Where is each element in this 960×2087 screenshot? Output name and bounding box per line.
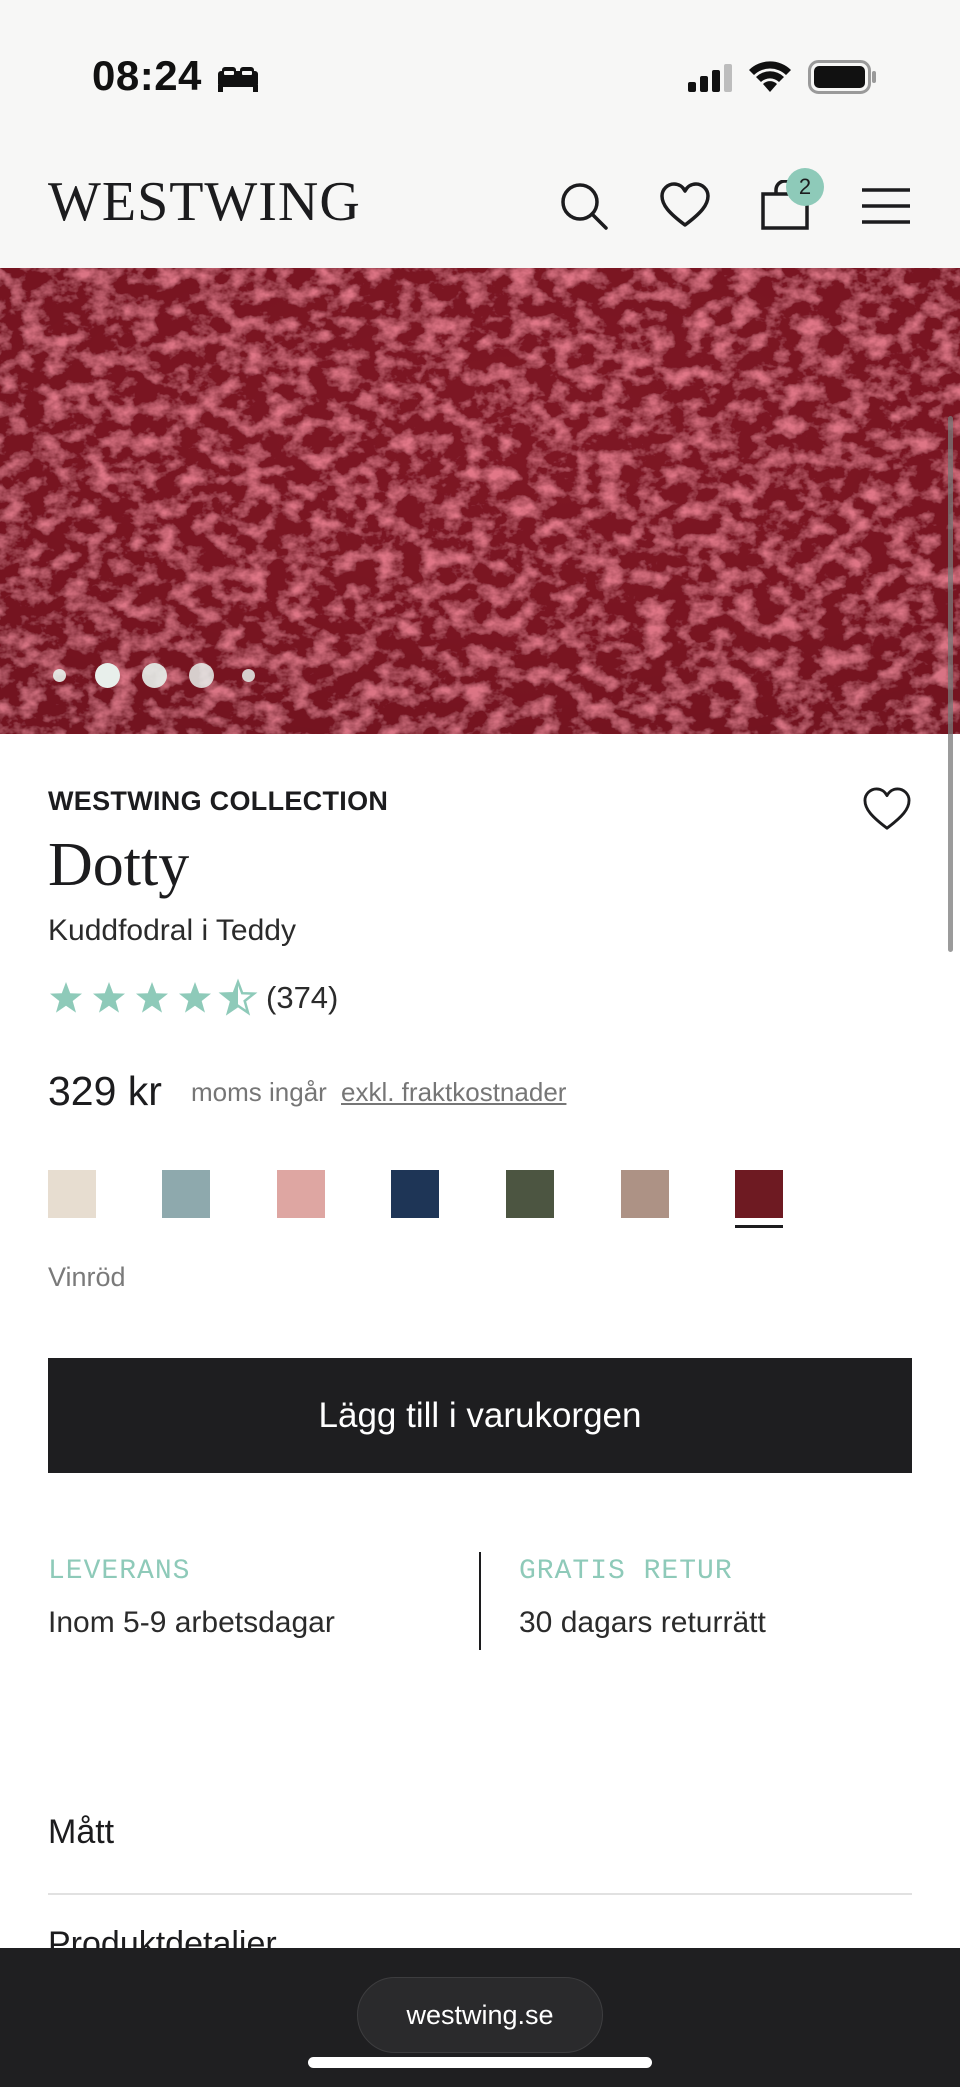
color-swatch-wine-red[interactable] — [735, 1170, 783, 1218]
color-swatch-olive[interactable] — [506, 1170, 554, 1218]
selected-swatch-indicator — [735, 1225, 783, 1228]
color-swatch-taupe[interactable] — [621, 1170, 669, 1218]
page-scrollbar[interactable] — [948, 416, 953, 952]
bed-icon — [218, 67, 258, 92]
accordion-dimensions[interactable]: Mått — [48, 1813, 114, 1852]
rating-stars[interactable] — [48, 978, 258, 1018]
product-title: Dotty — [48, 831, 190, 899]
delivery-value: Inom 5-9 arbetsdagar — [48, 1606, 335, 1639]
free-return-label: GRATIS RETUR — [519, 1556, 733, 1587]
home-indicator[interactable] — [308, 2057, 652, 2068]
heart-icon[interactable] — [659, 180, 711, 232]
color-swatch-pink[interactable] — [277, 1170, 325, 1218]
gallery-dot[interactable] — [189, 663, 214, 688]
shipping-costs-link[interactable]: exkl. fraktkostnader — [341, 1077, 566, 1108]
color-swatch-cream[interactable] — [48, 1170, 96, 1218]
product-image[interactable] — [0, 268, 960, 734]
menu-icon[interactable] — [860, 180, 912, 232]
rating-count[interactable]: (374) — [266, 980, 338, 1016]
star-icon — [50, 982, 82, 1013]
vat-note: moms ingår — [191, 1077, 327, 1107]
accordion-divider — [48, 1893, 912, 1895]
free-return-value: 30 dagars returrätt — [519, 1606, 766, 1639]
wifi-icon — [749, 61, 791, 92]
battery-icon — [808, 60, 876, 94]
search-icon[interactable] — [558, 180, 610, 232]
teddy-fabric-image — [0, 268, 960, 734]
wishlist-heart-icon[interactable] — [862, 786, 912, 832]
color-swatch-navy[interactable] — [391, 1170, 439, 1218]
signal-icon — [688, 64, 732, 92]
selected-color-name: Vinröd — [48, 1262, 126, 1292]
gallery-dot[interactable] — [53, 669, 66, 682]
info-divider — [479, 1552, 481, 1650]
add-to-cart-button[interactable]: Lägg till i varukorgen — [48, 1358, 912, 1473]
star-icon — [93, 982, 125, 1013]
half-star-icon — [220, 980, 256, 1014]
product-price: 329 kr — [48, 1068, 162, 1114]
gallery-dot[interactable] — [142, 663, 167, 688]
product-subtitle: Kuddfodral i Teddy — [48, 914, 296, 947]
color-swatch-blue-grey[interactable] — [162, 1170, 210, 1218]
gallery-dot[interactable] — [242, 669, 255, 682]
star-icon — [136, 982, 168, 1013]
delivery-label: LEVERANS — [48, 1556, 191, 1587]
gallery-dot-active[interactable] — [95, 663, 120, 688]
brand-name[interactable]: WESTWING COLLECTION — [48, 786, 388, 817]
star-icon — [179, 982, 211, 1013]
cart-count-badge: 2 — [786, 168, 824, 206]
westwing-logo[interactable]: WESTWING — [48, 170, 361, 234]
address-bar[interactable]: westwing.se — [357, 1977, 603, 2053]
status-time: 08:24 — [92, 52, 202, 99]
